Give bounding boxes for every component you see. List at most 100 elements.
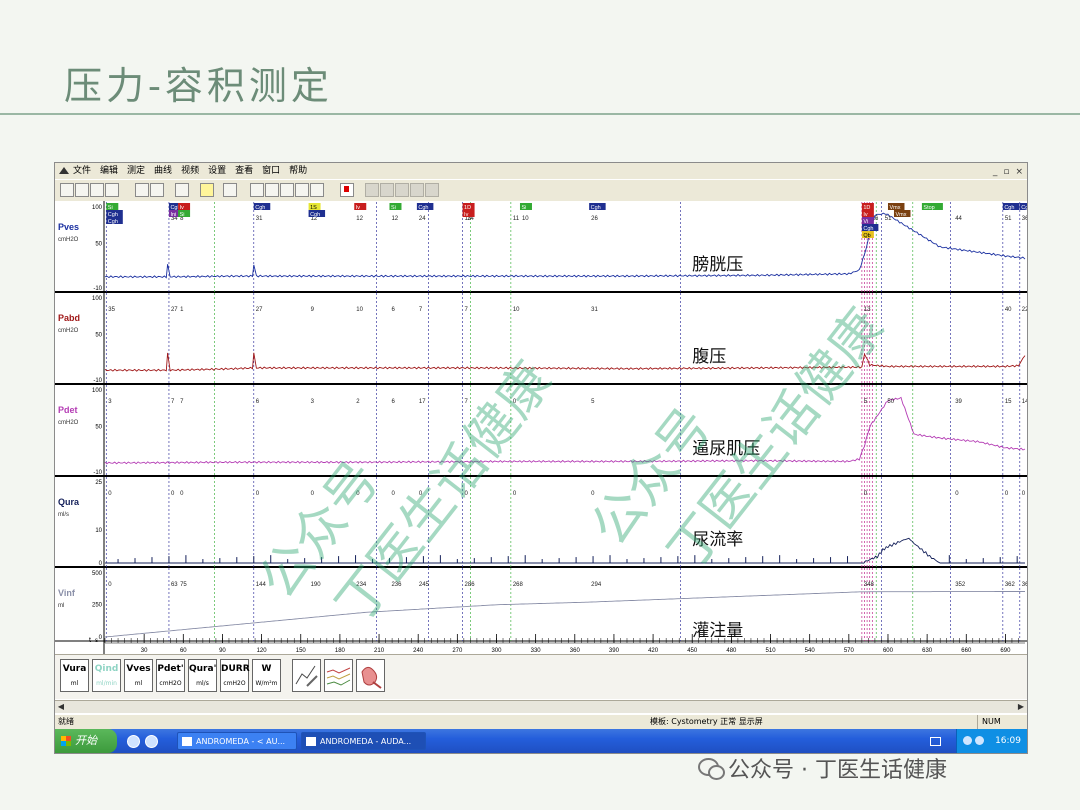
menu-bar: 文件 编辑 测定 曲线 视频 设置 查看 窗口 帮助 _ ▫ × [55, 163, 1027, 179]
marker-value-label: 268 [513, 582, 524, 588]
status-ready: 就绪 [58, 717, 74, 726]
marker-value-label: 44 [955, 216, 962, 222]
quicklaunch-media-icon[interactable] [145, 735, 158, 748]
event-tag-label: Si [180, 212, 185, 218]
pan-icon[interactable] [265, 183, 279, 197]
graph-edit-view-icon[interactable] [292, 659, 321, 692]
export-icon[interactable] [223, 183, 237, 197]
chart-background [55, 201, 1027, 654]
channel-name: Qura [58, 497, 80, 507]
menu-window[interactable]: 窗口 [262, 163, 280, 179]
urodynamics-chart[interactable]: PvescmH2O100-105037348311212122413141110… [55, 201, 1027, 654]
param-qura-button[interactable]: Qura' ml/s [188, 659, 217, 692]
print-preview-icon[interactable] [150, 183, 164, 197]
scroll-left-icon[interactable]: ◀ [55, 701, 67, 713]
menu-curve[interactable]: 曲线 [154, 163, 172, 179]
marker-value-label: 27 [256, 307, 263, 313]
app-window: 文件 编辑 测定 曲线 视频 设置 查看 窗口 帮助 _ ▫ × Pves cm… [54, 162, 1028, 754]
marker-value-label: 294 [591, 582, 602, 588]
lightbulb-icon[interactable] [200, 183, 214, 197]
quicklaunch-browser-icon[interactable] [127, 735, 140, 748]
wechat-icon [698, 758, 725, 780]
zoom-icon[interactable] [280, 183, 294, 197]
menu-edit[interactable]: 编辑 [100, 163, 118, 179]
parameter-panel: Vura ml Qind ml/min Vves ml Pdet' cmH2O Qura… [55, 654, 1027, 699]
marker-value-label: 22 [1022, 307, 1027, 313]
save-icon[interactable] [90, 183, 104, 197]
param-durr-button[interactable]: DURR cmH2O [220, 659, 250, 692]
new-file-icon[interactable] [60, 183, 74, 197]
channel-unit: cmH2O [58, 328, 79, 334]
param-vves-button[interactable]: Vves ml [124, 659, 153, 692]
copy-icon[interactable] [175, 183, 189, 197]
tray-volume-icon[interactable] [975, 736, 984, 745]
event-tag-label: Cgh [591, 205, 601, 211]
menu-video[interactable]: 视频 [181, 163, 199, 179]
app-window-icon [182, 737, 192, 746]
param-pdet-button[interactable]: Pdet' cmH2O [156, 659, 185, 692]
start-button[interactable]: 开始 [55, 729, 117, 753]
channel-unit: cmH2O [58, 237, 79, 243]
channel-unit: ml/s [58, 512, 69, 518]
marker-flag-icon[interactable] [340, 183, 354, 197]
restore-icon[interactable]: ▫ [1003, 164, 1009, 180]
y-mid-label: 250 [92, 603, 103, 609]
marker-value-label: 36 [1022, 216, 1027, 222]
event-tag-label: Cgh [255, 205, 265, 211]
marker-value-label: 31 [591, 307, 598, 313]
taskbar-item-andromeda-1[interactable]: ANDROMEDA - < AU... [177, 732, 297, 750]
marker-value-label: 63 [171, 582, 178, 588]
event-tag-label: Si [391, 205, 396, 211]
tools-icon[interactable] [105, 183, 119, 197]
menu-help[interactable]: 帮助 [289, 163, 307, 179]
param-vura-button[interactable]: Vura ml [60, 659, 89, 692]
marker-value-label: 51 [885, 216, 892, 222]
y-min-label: -10 [93, 286, 102, 292]
scroll-right-icon[interactable]: ▶ [1015, 701, 1027, 713]
marker-value-label: 10 [522, 216, 529, 222]
disabled-tool-5-icon [425, 183, 439, 197]
marker-value-label: 14 [1022, 399, 1027, 405]
disabled-tool-3-icon [395, 183, 409, 197]
title-divider [0, 113, 1080, 115]
event-tag-label: Qb [863, 233, 870, 239]
anatomy-view-icon[interactable] [356, 659, 385, 692]
tray-network-icon[interactable] [963, 736, 972, 745]
event-tag-label: Stop [923, 205, 934, 211]
y-max-label: 500 [92, 571, 103, 577]
channel-unit: ml [58, 603, 64, 609]
pointer-icon[interactable] [250, 183, 264, 197]
channel-annotation-vinf: 灌注量 [692, 621, 743, 640]
param-qind-button[interactable]: Qind ml/min [92, 659, 121, 692]
print-icon[interactable] [135, 183, 149, 197]
horizontal-scrollbar[interactable]: ◀ ▶ [55, 700, 1027, 713]
event-tag-label: Ini [170, 212, 176, 218]
taskbar-item-andromeda-2[interactable]: ANDROMEDA - AUDA... [301, 732, 426, 750]
menu-measure[interactable]: 测定 [127, 163, 145, 179]
param-w-button[interactable]: W W/m²m [252, 659, 281, 692]
minimize-icon[interactable]: _ [993, 164, 998, 180]
keyboard-icon[interactable] [930, 737, 941, 746]
menu-view[interactable]: 查看 [235, 163, 253, 179]
channel-name: Pves [58, 222, 79, 232]
marker-value-label: 245 [419, 582, 430, 588]
marker-value-label: 35 [108, 307, 115, 313]
marker-value-label: 11 [513, 216, 520, 222]
axis-scale-icon[interactable] [295, 183, 309, 197]
event-tag-label: Cgh [1004, 205, 1014, 211]
channel-name: Pdet [58, 405, 78, 415]
marker-value-label: 10 [513, 307, 520, 313]
event-tag-label: Iv [464, 212, 469, 218]
close-icon[interactable]: × [1015, 164, 1023, 180]
menu-file[interactable]: 文件 [73, 163, 91, 179]
toolbar [55, 179, 1027, 203]
event-tag-label: Cgh [108, 219, 118, 225]
open-folder-icon[interactable] [75, 183, 89, 197]
menu-settings[interactable]: 设置 [208, 163, 226, 179]
multi-curve-view-icon[interactable] [324, 659, 353, 692]
marker-value-label: 12 [391, 216, 398, 222]
channel-unit: cmH2O [58, 420, 79, 426]
marker-value-label: 26 [591, 216, 598, 222]
status-num-lock: NUM [977, 715, 1001, 729]
axis-fit-icon[interactable] [310, 183, 324, 197]
